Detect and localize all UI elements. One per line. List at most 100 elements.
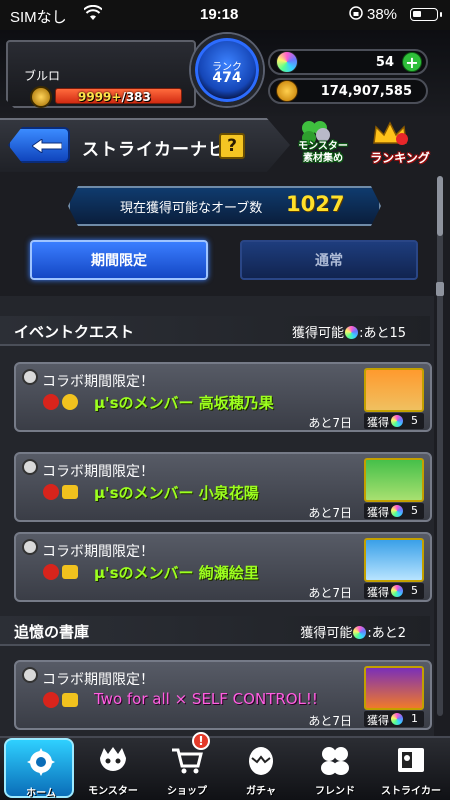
quest-type-icons [43, 394, 78, 410]
quest-card[interactable]: コラボ期間限定！ μ'sのメンバー 高坂穂乃果 あと7日 獲得 5 [14, 362, 432, 432]
wifi-icon [84, 5, 102, 20]
orb-icon [391, 713, 403, 725]
gain-label: 獲得 [367, 416, 389, 429]
gain-label: 獲得 [367, 714, 389, 727]
radio-icon [22, 539, 38, 555]
quest-remaining: あと7日 [308, 416, 352, 430]
scrollbar-grip[interactable] [436, 282, 444, 296]
page-title: ストライカーナビ [82, 140, 226, 160]
gain-value: 5 [411, 414, 418, 427]
nav-friend[interactable]: フレンド [300, 738, 370, 798]
quest-type-icons [43, 692, 78, 708]
carrier-label: SIMなし [10, 9, 67, 26]
obtainable-orb-label: 現在獲得可能なオーブ数 [120, 201, 263, 216]
obtainable-orb-value: 1027 [286, 192, 345, 216]
quest-name: Two for all × SELF CONTROL!! [94, 690, 318, 708]
nav-home-label: ホーム [26, 788, 56, 799]
stamina-current: 9999+ [78, 90, 122, 104]
monster-material-label: モンスター 素材集め [291, 141, 355, 165]
quest-category: コラボ期間限定！ [42, 544, 154, 560]
quest-gain: 獲得 5 [364, 503, 424, 519]
nav-striker[interactable]: ストライカー [376, 738, 446, 798]
back-arrow-icon [32, 139, 62, 153]
quest-type-icons [43, 484, 78, 500]
available-suffix: :あと2 [367, 626, 406, 641]
section-available: 獲得可能 :あと2 [300, 622, 406, 641]
radio-icon [22, 369, 38, 385]
quest-card[interactable]: コラボ期間限定！ μ'sのメンバー 絢瀬絵里 あと7日 獲得 5 [14, 532, 432, 602]
gain-value: 5 [411, 584, 418, 597]
clock: 19:18 [200, 6, 239, 23]
gain-value: 5 [411, 504, 418, 517]
notification-badge: ! [192, 732, 210, 750]
nav-monster-label: モンスター [88, 786, 138, 797]
gold-count: 174,907,585 [320, 84, 412, 99]
section-title: イベントクエスト [14, 323, 135, 341]
monster-material-line2: 素材集め [303, 153, 343, 164]
available-prefix: 獲得可能 [292, 326, 345, 341]
quest-thumbnail [364, 666, 424, 710]
tab-normal[interactable]: 通常 [240, 240, 418, 280]
quest-gain: 獲得 1 [364, 711, 424, 727]
player-medal-icon [30, 86, 52, 108]
orb-icon [391, 585, 403, 597]
available-prefix: 獲得可能 [300, 626, 353, 641]
ranking-button[interactable]: ランキング [364, 119, 436, 171]
quest-thumbnail [364, 368, 424, 412]
section-title: 追憶の書庫 [14, 623, 90, 641]
nav-gacha-label: ガチャ [246, 786, 276, 797]
buy-orbs-button[interactable]: + [402, 52, 422, 72]
rank-badge[interactable]: ランク 474 [191, 34, 263, 106]
ranking-label: ランキング [370, 151, 430, 165]
orb-icon [353, 626, 367, 639]
stamina-text: 9999+/383 [78, 90, 151, 104]
nav-shop[interactable]: ! ショップ [152, 732, 222, 798]
nav-shop-label: ショップ [167, 786, 207, 797]
quest-remaining: あと7日 [308, 586, 352, 600]
nav-friend-label: フレンド [315, 786, 355, 797]
quest-card[interactable]: コラボ期間限定！ Two for all × SELF CONTROL!! あと… [14, 660, 432, 730]
crown-icon [373, 121, 408, 145]
orb-icon [391, 415, 403, 427]
quest-category: コラボ期間限定！ [42, 374, 154, 390]
radio-icon [22, 667, 38, 683]
quest-thumbnail [364, 458, 424, 502]
orb-icon [391, 505, 403, 517]
quest-remaining: あと7日 [308, 506, 352, 520]
friend-icon [321, 747, 349, 775]
nav-gacha[interactable]: ガチャ [226, 738, 296, 798]
orb-count: 54 [375, 55, 394, 70]
nav-monster[interactable]: モンスター [78, 738, 148, 798]
striker-card-icon [398, 748, 424, 772]
monster-icon [100, 747, 126, 771]
home-icon [27, 748, 55, 776]
tab-limited[interactable]: 期間限定 [30, 240, 208, 280]
nav-home[interactable]: ホーム [4, 738, 74, 799]
scrollbar-track[interactable] [437, 176, 443, 716]
quest-card[interactable]: コラボ期間限定！ μ'sのメンバー 小泉花陽 あと7日 獲得 5 [14, 452, 432, 522]
quest-name: μ'sのメンバー 小泉花陽 [94, 484, 259, 502]
player-name: ブルロ [24, 69, 61, 83]
orb-icon [276, 51, 298, 73]
section-available: 獲得可能 :あと15 [292, 322, 406, 341]
status-bar: SIMなし 19:18 38% [0, 0, 450, 30]
monster-material-line1: モンスター [298, 141, 348, 152]
rotation-lock-icon [349, 6, 363, 20]
help-button[interactable]: ? [219, 133, 245, 159]
rank-value: 474 [212, 70, 242, 86]
gain-value: 1 [411, 712, 418, 725]
orb-icon [345, 326, 359, 339]
quest-thumbnail [364, 538, 424, 582]
quest-category: コラボ期間限定！ [42, 672, 154, 688]
quest-category: コラボ期間限定！ [42, 464, 154, 480]
gain-label: 獲得 [367, 586, 389, 599]
nav-striker-label: ストライカー [381, 786, 441, 797]
monster-material-button[interactable]: モンスター 素材集め [291, 119, 355, 171]
quest-gain: 獲得 5 [364, 413, 424, 429]
battery-icon [410, 8, 442, 21]
stamina-max: /383 [121, 90, 151, 104]
battery-percent: 38% [367, 6, 398, 23]
quest-name: μ'sのメンバー 絢瀬絵里 [94, 564, 259, 582]
scrollbar-thumb[interactable] [437, 176, 443, 236]
available-suffix: :あと15 [359, 326, 406, 341]
